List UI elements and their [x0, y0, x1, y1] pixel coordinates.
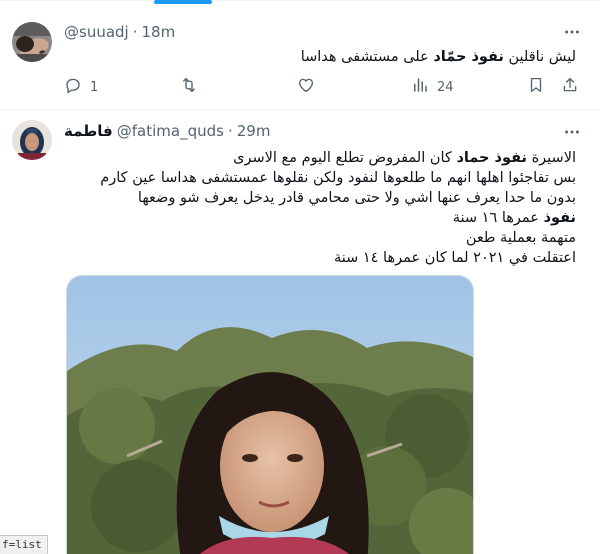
tweet-line: نفوذ عمرها ١٦ سنة: [56, 208, 576, 228]
tweet-line: بدون ما حدا يعرف عنها اشي ولا حتى محامي …: [137, 190, 576, 206]
tweet-text-part: عمرها ١٦ سنة: [452, 210, 544, 226]
user-handle[interactable]: @fatima_quds: [117, 122, 224, 140]
reply-count: 1: [90, 79, 99, 95]
like-button[interactable]: [297, 76, 323, 98]
tweet-line: الاسيرة نفوذ حماد كان المفروض تطلع اليوم…: [56, 148, 576, 168]
tweet-text-part: كان المفروض تطلع اليوم مع الاسرى: [233, 150, 457, 166]
tweet[interactable]: @suuadj · 18m ليش ناقلين نفوذ حمّاد على …: [0, 4, 600, 110]
tweet-line: متهمة بعملية طعن: [465, 230, 576, 246]
corner-tag: f=list: [0, 535, 48, 554]
top-divider: [0, 0, 600, 1]
separator-dot: ·: [227, 122, 233, 140]
views-button[interactable]: 24: [411, 76, 454, 98]
tweet-media-photo[interactable]: [66, 275, 474, 554]
tweet-actions: 1 24: [64, 76, 582, 98]
tweet-text: ليش ناقلين نفوذ حمّاد على مستشفى هداسا: [56, 47, 576, 67]
bookmark-icon: [527, 76, 545, 98]
views-count: 24: [437, 79, 454, 95]
tweet-header: فاطمة @fatima_quds · 29m: [64, 121, 270, 141]
bookmark-button[interactable]: [527, 76, 545, 98]
share-button[interactable]: [561, 76, 579, 98]
user-handle[interactable]: @suuadj: [64, 23, 129, 41]
more-icon[interactable]: [562, 122, 582, 142]
tweet-header: @suuadj · 18m: [64, 22, 175, 42]
like-icon: [297, 76, 315, 98]
tweet-text-bold: نفوذ: [543, 210, 576, 226]
avatar[interactable]: [12, 120, 52, 160]
tweet-text-part: ليش ناقلين: [503, 49, 576, 65]
avatar[interactable]: [12, 22, 52, 62]
tweet-text-bold: نفوذ حماد: [456, 150, 527, 166]
views-icon: [411, 76, 429, 98]
retweet-button[interactable]: [180, 76, 206, 98]
tweet-time[interactable]: 18m: [142, 23, 176, 41]
tweet-text-part: الاسيرة: [526, 150, 576, 166]
tweet-text-part: على مستشفى هداسا: [300, 49, 434, 65]
display-name[interactable]: فاطمة: [64, 122, 113, 140]
reply-icon: [64, 76, 82, 98]
reply-button[interactable]: 1: [64, 76, 98, 98]
more-icon[interactable]: [562, 22, 582, 42]
tweet-text-bold: نفوذ حمّاد: [433, 49, 504, 65]
tweet-line: اعتقلت في ٢٠٢١ لما كان عمرها ١٤ سنة: [333, 250, 576, 266]
tweet-time[interactable]: 29m: [237, 122, 271, 140]
separator-dot: ·: [132, 23, 138, 41]
tweet[interactable]: فاطمة @fatima_quds · 29m الاسيرة نفوذ حم…: [0, 111, 600, 554]
share-icon: [561, 76, 579, 98]
tweet-line: بس تفاجئوا اهلها انهم ما طلعوها لنفود ول…: [100, 170, 576, 186]
retweet-icon: [180, 76, 198, 98]
tweet-text: الاسيرة نفوذ حماد كان المفروض تطلع اليوم…: [56, 148, 576, 268]
